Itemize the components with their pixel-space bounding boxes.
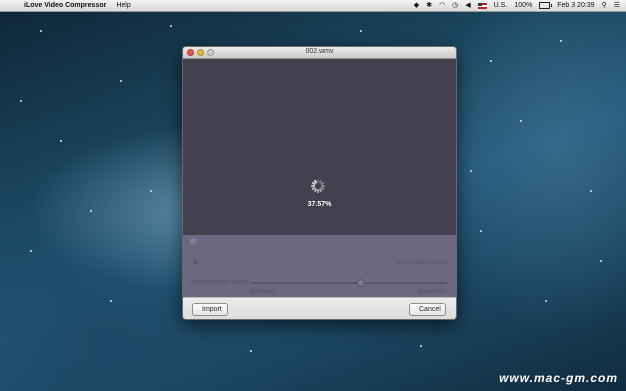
slider-max-label: Maximum [417, 288, 446, 295]
volume-icon[interactable]: ◀ [465, 0, 470, 11]
video-preview: 37.57% [183, 59, 456, 235]
battery-icon[interactable] [539, 2, 553, 9]
input-source-label[interactable]: U.S. [494, 0, 508, 11]
progress-percent: 37.57% [307, 201, 332, 208]
bottom-bar: Import Cancel [183, 297, 456, 319]
play-icon[interactable] [193, 258, 199, 266]
time-machine-icon[interactable]: ◷ [452, 0, 458, 11]
window-titlebar[interactable]: 002.wmv [183, 47, 456, 59]
dropbox-icon[interactable]: ◆ [414, 0, 419, 11]
record-dot-icon[interactable] [190, 238, 196, 244]
menu-clock[interactable]: Feb 3 20:39 [557, 0, 594, 11]
menu-bar: iLove Video Compressor Help ◆ ✱ ◠ ◷ ◀ U.… [0, 0, 626, 12]
menu-app-name[interactable]: iLove Video Compressor [24, 2, 106, 9]
compressor-window: 002.wmv 37.57% 00:00:00/00:02:16 Compres… [182, 46, 457, 320]
bluetooth-icon[interactable]: ✱ [426, 0, 432, 11]
notification-center-icon[interactable]: ☰ [614, 0, 620, 11]
wifi-icon[interactable]: ◠ [439, 0, 445, 11]
menu-help[interactable]: Help [116, 2, 130, 9]
timecode: 00:00:00/00:02:16 [395, 259, 448, 266]
compression-slider-knob[interactable] [356, 279, 365, 287]
cancel-button[interactable]: Cancel [409, 303, 446, 316]
compression-slider-track[interactable] [251, 282, 447, 284]
watermark-text: www.mac-gm.com [499, 371, 618, 385]
slider-min-label: Minimum [250, 288, 277, 295]
compression-ratio-label: Compression Ratio [188, 279, 248, 286]
window-title: 002.wmv [305, 48, 334, 55]
spotlight-icon[interactable]: ⚲ [602, 0, 607, 11]
battery-percent[interactable]: 100% [514, 0, 532, 11]
spinner-spoke [317, 189, 319, 193]
loading-spinner-icon [311, 179, 325, 193]
import-button[interactable]: Import [192, 303, 228, 316]
playback-controls: 00:00:00/00:02:16 Compression Ratio Mini… [183, 235, 456, 297]
us-flag-icon[interactable] [477, 2, 487, 9]
